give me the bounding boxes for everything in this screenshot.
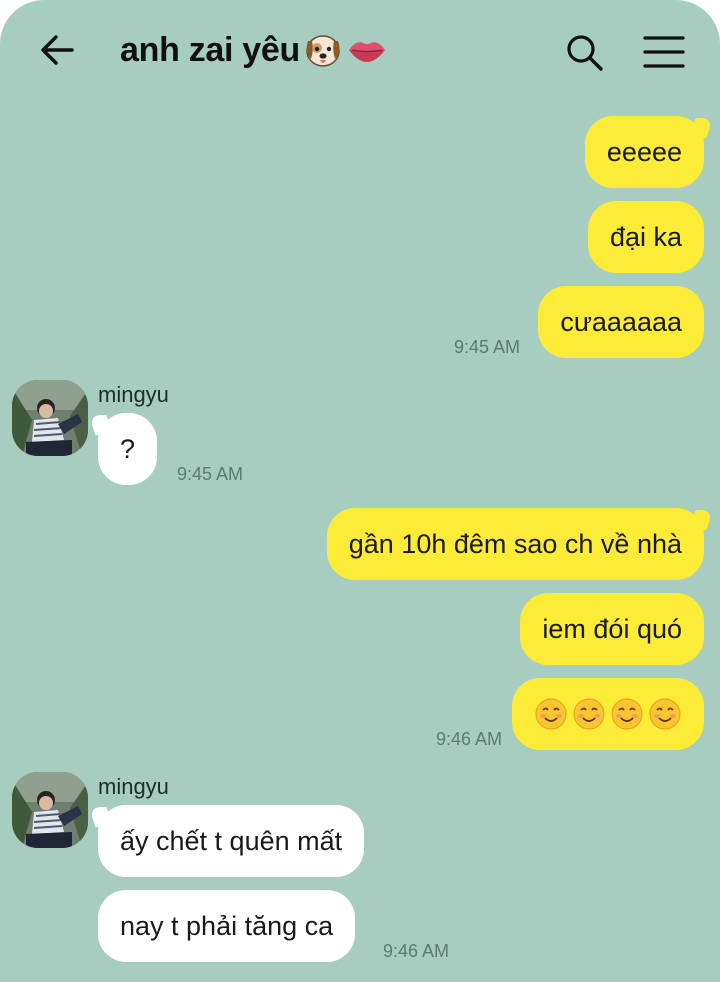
smiling-face-icon — [611, 698, 643, 730]
lips-icon — [346, 35, 388, 65]
message-text: eeeee — [606, 136, 682, 167]
message-timestamp: 9:46 AM — [435, 729, 502, 749]
message-text: đại ka — [609, 221, 682, 252]
message-bubble-received[interactable]: ấy chết t quên mất — [98, 805, 365, 877]
message-bubble-received[interactable]: ? — [98, 413, 158, 485]
smiling-face-icon — [649, 698, 681, 730]
message-bubble-sent[interactable]: gần 10h đêm sao ch về nhà — [326, 508, 704, 580]
message-bubble-received[interactable]: nay t phải tăng ca — [98, 890, 356, 962]
message-text: iem đói quó — [542, 613, 682, 644]
chat-title-text: anh zai yêu — [120, 30, 300, 69]
message-bubble-sent[interactable]: iem đói quó — [520, 593, 704, 665]
avatar[interactable] — [12, 772, 88, 848]
smiling-face-icon — [573, 698, 605, 730]
back-button[interactable] — [36, 28, 80, 72]
chat-screen: anh zai yêu eeeee đại ka cưaaaaaa 9:45 A… — [0, 0, 720, 982]
sender-name: mingyu — [98, 382, 169, 407]
message-text: nay t phải tăng ca — [120, 910, 334, 941]
arrow-left-icon — [41, 35, 74, 65]
message-bubble-sent[interactable]: eeeee — [584, 116, 704, 188]
message-text: cưaaaaaa — [560, 306, 682, 337]
message-bubble-sent[interactable]: cưaaaaaa — [538, 286, 704, 358]
dog-face-icon — [302, 31, 344, 69]
hamburger-menu-icon — [643, 36, 685, 68]
menu-button[interactable] — [640, 30, 688, 74]
message-bubble-sent[interactable] — [512, 678, 704, 750]
search-icon — [567, 35, 603, 71]
avatar[interactable] — [12, 380, 88, 456]
sender-name: mingyu — [98, 774, 169, 799]
message-text: ấy chết t quên mất — [120, 825, 343, 856]
search-button[interactable] — [562, 30, 606, 74]
message-timestamp: 9:45 AM — [453, 337, 520, 357]
chat-title: anh zai yêu — [120, 28, 388, 72]
smile-emoji-row — [534, 697, 682, 731]
message-timestamp: 9:45 AM — [177, 464, 244, 484]
message-timestamp: 9:46 AM — [383, 941, 450, 961]
message-text: gần 10h đêm sao ch về nhà — [348, 528, 682, 559]
chat-header: anh zai yêu — [0, 0, 720, 100]
message-bubble-sent[interactable]: đại ka — [587, 201, 704, 273]
smiling-face-icon — [535, 698, 567, 730]
message-text: ? — [120, 433, 136, 464]
